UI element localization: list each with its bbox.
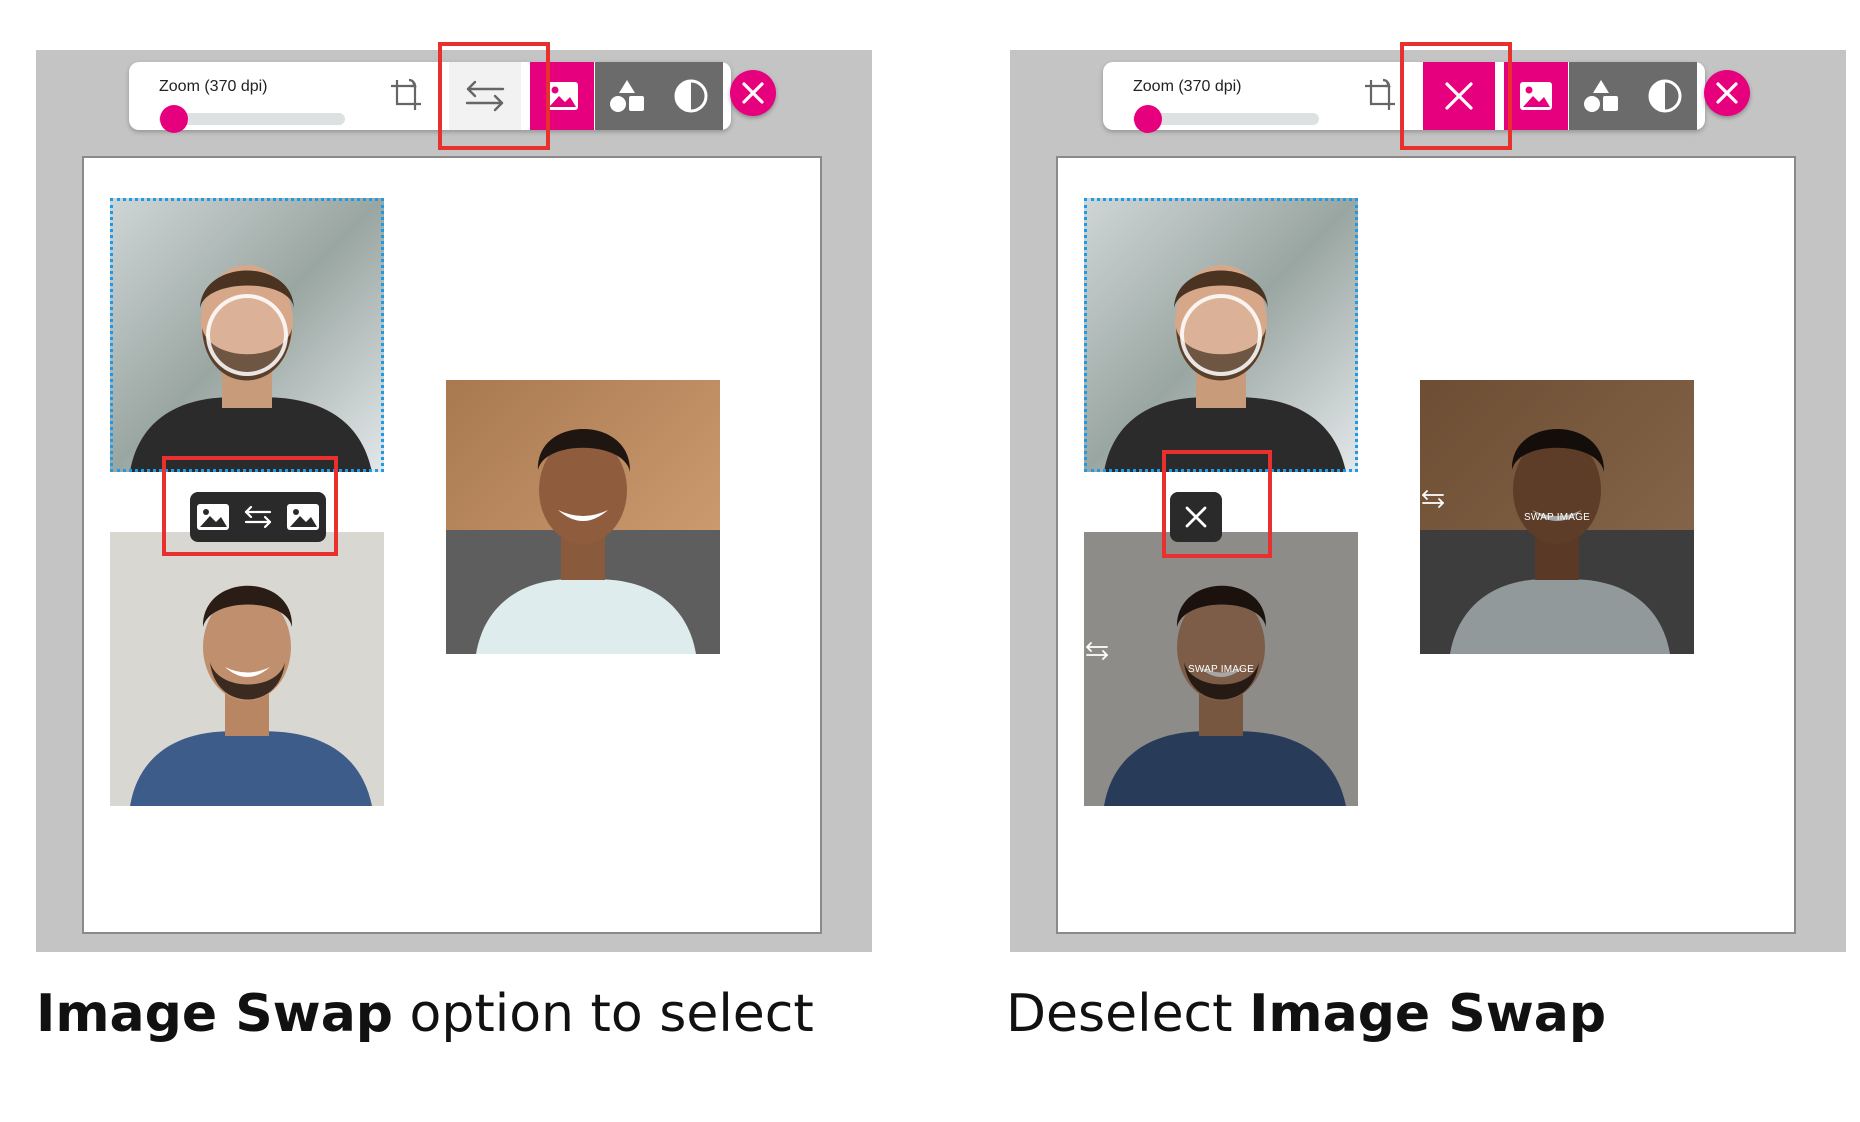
shapes-tool-button[interactable] (1569, 62, 1633, 130)
image-swap-cancel-button[interactable] (1423, 62, 1495, 130)
woman-image (446, 380, 720, 654)
swap-image-overlay[interactable]: SWAP IMAGE (1420, 488, 1694, 523)
play-ring-overlay (1180, 294, 1262, 376)
shapes-icon (1584, 80, 1618, 112)
smiling-man-image (110, 532, 384, 806)
design-canvas[interactable]: SWAP IMAGE SWAP IMAGE (1056, 156, 1796, 934)
close-icon (742, 82, 764, 104)
image-swap-pill[interactable] (190, 492, 326, 542)
zoom-slider-thumb[interactable] (1133, 105, 1162, 133)
editor-toolbar: Zoom (370 dpi) (1103, 62, 1705, 133)
contrast-tool-button[interactable] (1633, 62, 1697, 130)
photo-bearded-man[interactable] (1084, 198, 1358, 472)
swap-image-label: SWAP IMAGE (1188, 664, 1254, 675)
close-editor-button[interactable] (730, 70, 776, 116)
caption-left-rest: option to select (393, 984, 814, 1044)
contrast-tool-button[interactable] (659, 62, 723, 130)
caption-right-bold: Image Swap (1249, 984, 1607, 1044)
image-tool-button[interactable] (1504, 62, 1568, 130)
image-swap-button[interactable] (449, 62, 521, 130)
image-icon (546, 82, 578, 110)
swap-arrows-icon (465, 80, 505, 112)
swap-arrows-icon (244, 505, 272, 529)
play-ring-overlay (206, 294, 288, 376)
close-icon (1185, 506, 1207, 528)
swap-image-label: SWAP IMAGE (1524, 512, 1590, 523)
image-tool-button[interactable] (530, 62, 594, 130)
editor-toolbar: Zoom (370 dpi) (129, 62, 731, 133)
crop-button[interactable] (1349, 62, 1413, 130)
shapes-tool-button[interactable] (595, 62, 659, 130)
caption-left-bold: Image Swap (36, 984, 394, 1044)
zoom-slider-thumb[interactable] (159, 105, 188, 133)
swap-arrows-icon (1422, 490, 1444, 508)
swap-arrows-icon (1086, 642, 1108, 660)
crop-icon (391, 78, 421, 110)
zoom-label: Zoom (370 dpi) (1133, 78, 1242, 95)
swap-image-overlay[interactable]: SWAP IMAGE (1084, 640, 1358, 675)
cancel-swap-pill[interactable] (1170, 492, 1222, 542)
contrast-icon (674, 79, 708, 113)
photo-woman-swap-target[interactable]: SWAP IMAGE (1420, 380, 1694, 654)
caption-right: Deselect Image Swap (1006, 984, 1606, 1044)
shapes-icon (610, 80, 644, 112)
image-icon (197, 504, 230, 530)
close-icon (1445, 82, 1473, 110)
caption-right-prefix: Deselect (1006, 984, 1250, 1044)
caption-left: Image Swap option to select (36, 984, 814, 1044)
photo-bearded-man[interactable] (110, 198, 384, 472)
image-icon (286, 504, 319, 530)
zoom-label: Zoom (370 dpi) (159, 78, 268, 95)
editor-panel-right: Zoom (370 dpi) SWAP IMAGE SWAP IMAGE (1010, 42, 1846, 952)
design-canvas[interactable] (82, 156, 822, 934)
photo-smiling-man[interactable] (110, 532, 384, 806)
contrast-icon (1648, 79, 1682, 113)
crop-icon (1365, 78, 1395, 110)
photo-woman[interactable] (446, 380, 720, 654)
crop-button[interactable] (375, 62, 439, 130)
close-icon (1716, 82, 1738, 104)
close-editor-button[interactable] (1704, 70, 1750, 116)
editor-panel-left: Zoom (370 dpi) (36, 42, 872, 952)
image-icon (1520, 82, 1552, 110)
photo-smiling-man-swap-target[interactable]: SWAP IMAGE (1084, 532, 1358, 806)
